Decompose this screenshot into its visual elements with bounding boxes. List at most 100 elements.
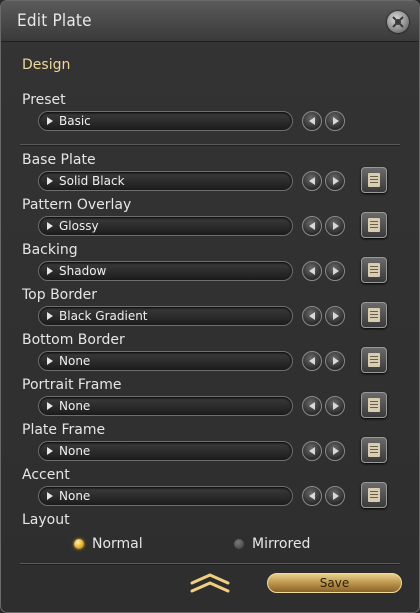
dropdown-arrow-icon (47, 447, 53, 455)
title-bar[interactable]: Edit Plate (1, 1, 419, 42)
dropdown-arrow-icon (47, 222, 53, 230)
preset-dropdown[interactable]: Basic (38, 111, 293, 131)
base-plate-value: Solid Black (59, 174, 125, 188)
portrait-frame-prev-button[interactable] (302, 396, 322, 416)
pattern-overlay-next-button[interactable] (325, 216, 345, 236)
dropdown-arrow-icon (47, 267, 53, 275)
backing-prev-button[interactable] (302, 261, 322, 281)
bottom-border-details-button[interactable] (361, 347, 387, 373)
accent-next-button[interactable] (325, 486, 345, 506)
preset-label: Preset (22, 92, 66, 108)
right-arrow-icon (333, 492, 339, 500)
dropdown-arrow-icon (47, 357, 53, 365)
backing-label: Backing (22, 242, 78, 258)
portrait-frame-next-button[interactable] (325, 396, 345, 416)
top-border-dropdown[interactable]: Black Gradient (38, 306, 293, 326)
collapse-chevron-icon[interactable] (189, 572, 231, 598)
dropdown-arrow-icon (47, 312, 53, 320)
backing-next-button[interactable] (325, 261, 345, 281)
left-arrow-icon (309, 447, 315, 455)
preset-value: Basic (59, 114, 91, 128)
base-plate-label: Base Plate (22, 152, 96, 168)
portrait-frame-label: Portrait Frame (22, 377, 122, 393)
backing-dropdown[interactable]: Shadow (38, 261, 293, 281)
document-icon (368, 488, 380, 502)
backing-details-button[interactable] (361, 257, 387, 283)
document-icon (368, 443, 380, 457)
save-button[interactable]: Save (267, 573, 402, 593)
dropdown-arrow-icon (47, 117, 53, 125)
layout-mirrored-label[interactable]: Mirrored (252, 536, 310, 552)
base-plate-prev-button[interactable] (302, 171, 322, 191)
layout-normal-radio[interactable] (74, 539, 84, 549)
top-border-next-button[interactable] (325, 306, 345, 326)
layout-label: Layout (22, 512, 70, 528)
divider (20, 144, 400, 145)
window-title: Edit Plate (17, 11, 92, 31)
top-border-details-button[interactable] (361, 302, 387, 328)
accent-value: None (59, 489, 91, 503)
right-arrow-icon (333, 117, 339, 125)
pattern-overlay-dropdown[interactable]: Glossy (38, 216, 293, 236)
top-border-prev-button[interactable] (302, 306, 322, 326)
right-arrow-icon (333, 357, 339, 365)
top-border-label: Top Border (22, 287, 98, 303)
plate-frame-dropdown[interactable]: None (38, 441, 293, 461)
bottom-border-dropdown[interactable]: None (38, 351, 293, 371)
left-arrow-icon (309, 312, 315, 320)
right-arrow-icon (333, 447, 339, 455)
dropdown-arrow-icon (47, 492, 53, 500)
portrait-frame-details-button[interactable] (361, 392, 387, 418)
plate-frame-label: Plate Frame (22, 422, 106, 438)
bottom-border-label: Bottom Border (22, 332, 125, 348)
base-plate-next-button[interactable] (325, 171, 345, 191)
pattern-overlay-label: Pattern Overlay (22, 197, 132, 213)
divider (20, 563, 400, 564)
accent-details-button[interactable] (361, 482, 387, 508)
bottom-border-prev-button[interactable] (302, 351, 322, 371)
document-icon (368, 353, 380, 367)
layout-mirrored-radio[interactable] (234, 539, 244, 549)
left-arrow-icon (309, 177, 315, 185)
document-icon (368, 398, 380, 412)
left-arrow-icon (309, 357, 315, 365)
edit-plate-window: Edit Plate Design Preset Basic Base Plat… (0, 0, 420, 613)
pattern-overlay-details-button[interactable] (361, 212, 387, 238)
bottom-border-next-button[interactable] (325, 351, 345, 371)
pattern-overlay-value: Glossy (59, 219, 99, 233)
pattern-overlay-prev-button[interactable] (302, 216, 322, 236)
plate-frame-details-button[interactable] (361, 437, 387, 463)
document-icon (368, 218, 380, 232)
document-icon (368, 173, 380, 187)
document-icon (368, 263, 380, 277)
backing-value: Shadow (59, 264, 107, 278)
portrait-frame-value: None (59, 399, 91, 413)
accent-label: Accent (22, 467, 70, 483)
right-arrow-icon (333, 222, 339, 230)
base-plate-details-button[interactable] (361, 167, 387, 193)
plate-frame-prev-button[interactable] (302, 441, 322, 461)
left-arrow-icon (309, 222, 315, 230)
plate-frame-next-button[interactable] (325, 441, 345, 461)
base-plate-dropdown[interactable]: Solid Black (38, 171, 293, 191)
left-arrow-icon (309, 267, 315, 275)
accent-prev-button[interactable] (302, 486, 322, 506)
preset-prev-button[interactable] (302, 111, 322, 131)
accent-dropdown[interactable]: None (38, 486, 293, 506)
right-arrow-icon (333, 402, 339, 410)
right-arrow-icon (333, 312, 339, 320)
dropdown-arrow-icon (47, 402, 53, 410)
portrait-frame-dropdown[interactable]: None (38, 396, 293, 416)
right-arrow-icon (333, 177, 339, 185)
layout-normal-label[interactable]: Normal (92, 536, 143, 552)
plate-frame-value: None (59, 444, 91, 458)
bottom-border-value: None (59, 354, 91, 368)
close-icon[interactable] (387, 11, 409, 33)
dropdown-arrow-icon (47, 177, 53, 185)
left-arrow-icon (309, 492, 315, 500)
design-heading: Design (22, 57, 71, 73)
document-icon (368, 308, 380, 322)
left-arrow-icon (309, 117, 315, 125)
preset-next-button[interactable] (325, 111, 345, 131)
right-arrow-icon (333, 267, 339, 275)
